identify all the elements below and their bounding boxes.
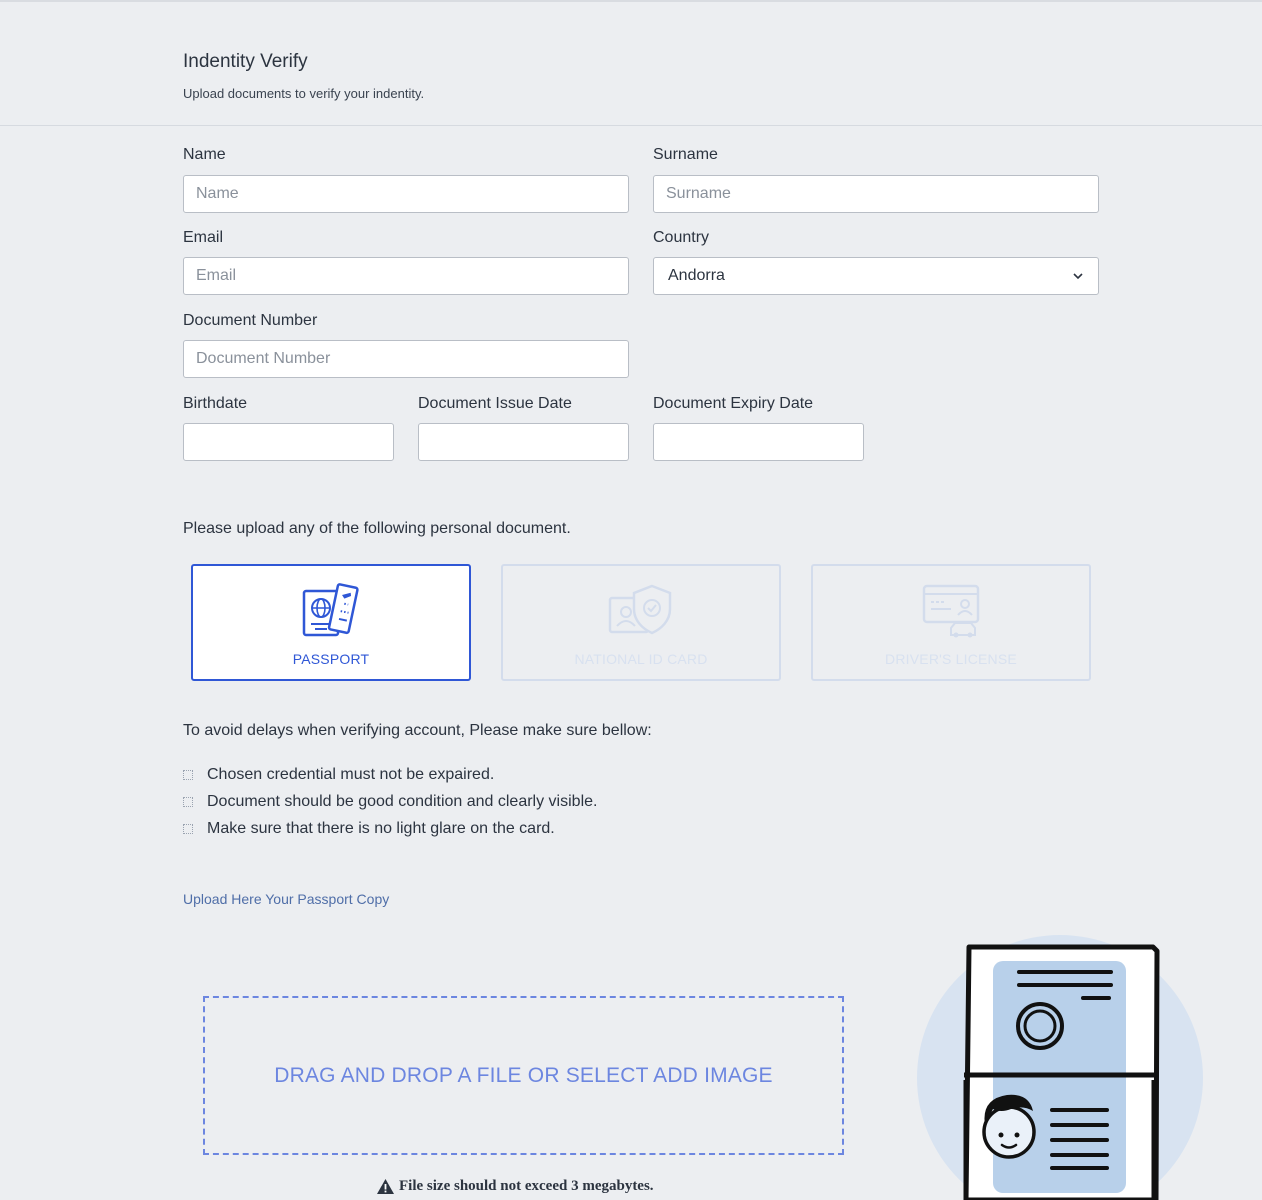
requirements-intro: To avoid delays when verifying account, …: [183, 722, 652, 739]
requirement-text: Make sure that there is no light glare o…: [207, 819, 555, 837]
name-input[interactable]: [183, 175, 629, 213]
country-label: Country: [653, 229, 710, 246]
requirement-text: Document should be good condition and cl…: [207, 792, 598, 810]
file-size-note-text: File size should not exceed 3 megabytes.: [399, 1178, 654, 1194]
top-border: [0, 0, 1262, 2]
email-input[interactable]: [183, 257, 629, 295]
surname-label: Surname: [653, 146, 718, 163]
document-prompt: Please upload any of the following perso…: [183, 520, 571, 537]
passport-illustration: [917, 935, 1203, 1200]
list-item: Document should be good condition and cl…: [183, 788, 597, 815]
header-divider: [0, 125, 1262, 126]
list-item: Make sure that there is no light glare o…: [183, 815, 597, 842]
birthdate-input[interactable]: [183, 423, 394, 461]
drivers-license-icon: [922, 584, 980, 638]
surname-input[interactable]: [653, 175, 1099, 213]
chevron-down-icon: [1073, 273, 1083, 280]
expiry-date-input[interactable]: [653, 423, 864, 461]
list-item: Chosen credential must not be expaired.: [183, 761, 597, 788]
issue-date-label: Document Issue Date: [418, 395, 572, 412]
doc-option-label: DRIVER'S LICENSE: [885, 651, 1017, 667]
doc-option-label: NATIONAL ID CARD: [574, 651, 708, 667]
file-size-note: File size should not exceed 3 megabytes.: [376, 1178, 654, 1195]
id-card-icon: [608, 584, 672, 635]
page-subtitle: Upload documents to verify your indentit…: [183, 86, 425, 101]
document-number-label: Document Number: [183, 312, 318, 329]
upload-passport-link[interactable]: Upload Here Your Passport Copy: [183, 891, 389, 907]
bullet-icon: [183, 769, 193, 780]
warning-icon: [377, 1179, 394, 1194]
expiry-date-label: Document Expiry Date: [653, 395, 814, 412]
file-dropzone[interactable]: DRAG AND DROP A FILE OR SELECT ADD IMAGE: [203, 996, 844, 1155]
issue-date-input[interactable]: [418, 423, 629, 461]
bullet-icon: [183, 796, 193, 807]
birthdate-label: Birthdate: [183, 395, 248, 412]
requirements-list: Chosen credential must not be expaired. …: [183, 761, 597, 842]
dropzone-text: DRAG AND DROP A FILE OR SELECT ADD IMAGE: [274, 1063, 773, 1087]
country-select[interactable]: Andorra: [653, 257, 1099, 295]
bullet-icon: [183, 823, 193, 834]
doc-option-label: PASSPORT: [292, 651, 370, 667]
document-number-input[interactable]: [183, 340, 629, 378]
doc-option-national-id[interactable]: NATIONAL ID CARD: [501, 564, 781, 681]
doc-option-passport[interactable]: PASSPORT: [191, 564, 471, 681]
name-label: Name: [183, 146, 226, 163]
country-select-value: Andorra: [668, 267, 725, 284]
doc-option-drivers-license[interactable]: DRIVER'S LICENSE: [811, 564, 1091, 681]
requirement-text: Chosen credential must not be expaired.: [207, 765, 495, 783]
page-title: Indentity Verify: [183, 51, 308, 72]
passport-icon: [302, 583, 359, 637]
email-label: Email: [183, 229, 224, 246]
